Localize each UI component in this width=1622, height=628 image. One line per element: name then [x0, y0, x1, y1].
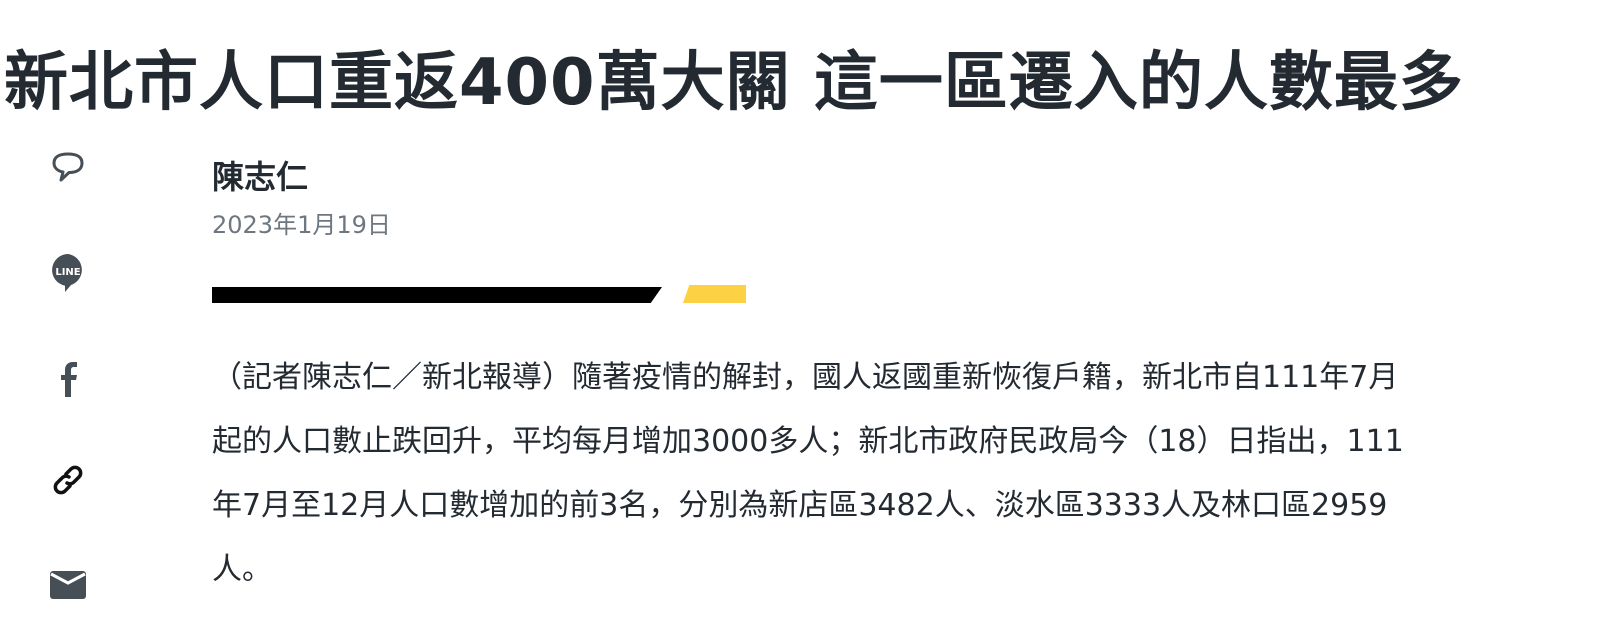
divider-black	[212, 287, 662, 303]
mail-icon	[50, 571, 86, 599]
line-label: LINE	[55, 267, 80, 278]
comment-icon	[52, 152, 84, 182]
copy-link-button[interactable]	[48, 460, 88, 500]
link-icon	[53, 465, 83, 495]
line-share-button[interactable]: LINE	[48, 252, 88, 292]
article-title: 新北市人口重返400萬大關 這一區遷入的人數最多	[4, 45, 1464, 120]
publish-date: 2023年1月19日	[212, 211, 391, 239]
facebook-icon	[61, 362, 77, 397]
comment-button[interactable]	[48, 150, 88, 186]
divider-accent	[683, 285, 746, 303]
author-name[interactable]: 陳志仁	[212, 152, 308, 198]
mail-share-button[interactable]	[48, 570, 88, 600]
line-icon: LINE	[52, 254, 82, 292]
facebook-share-button[interactable]	[48, 360, 88, 398]
article-body: （記者陳志仁／新北報導）隨著疫情的解封，國人返國重新恢復戶籍，新北市自111年7…	[212, 360, 1404, 587]
